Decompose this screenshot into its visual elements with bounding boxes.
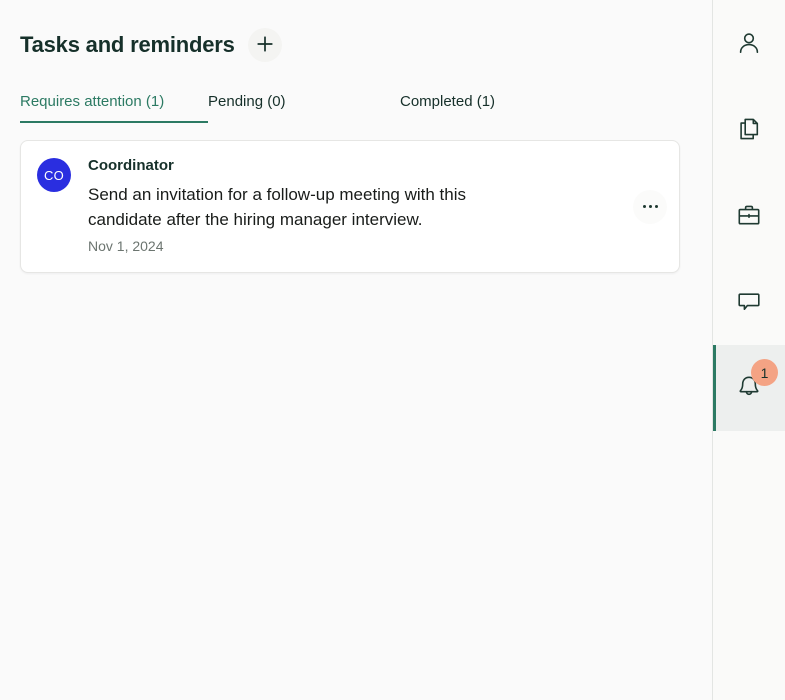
ellipsis-icon-dot-3 [654,205,658,208]
sidebar-item-notifications[interactable]: 1 [713,345,785,431]
briefcase-icon [736,202,762,231]
task-card[interactable]: CO Coordinator Send an invitation for a … [20,140,680,273]
page-title: Tasks and reminders [20,32,235,57]
tab-completed[interactable]: Completed (1) [400,92,590,123]
sidebar-item-jobs[interactable] [713,173,785,259]
sidebar-item-messages[interactable] [713,259,785,345]
task-menu-button[interactable] [633,189,667,224]
task-tabs: Requires attention (1) Pending (0) Compl… [0,85,712,123]
right-sidebar: 1 [712,0,785,700]
task-author: Coordinator [88,157,174,174]
tasks-and-reminders-page: Tasks and reminders Requires attention (… [0,0,785,700]
avatar: CO [37,158,71,192]
main-panel: Tasks and reminders Requires attention (… [0,0,712,700]
plus-icon [256,35,274,56]
ellipsis-icon-dot-1 [642,205,646,208]
task-date: Nov 1, 2024 [88,238,164,254]
tab-pending[interactable]: Pending (0) [208,92,400,123]
sidebar-item-profile[interactable] [713,1,785,87]
documents-icon [736,116,762,145]
panel-header: Tasks and reminders [0,0,712,63]
chat-bubble-icon [736,288,762,317]
add-task-button[interactable] [247,28,282,62]
task-description: Send an invitation for a follow-up meeti… [88,185,466,229]
ellipsis-icon-dot-2 [648,205,652,208]
tab-requires-attention[interactable]: Requires attention (1) [20,92,208,123]
sidebar-item-documents[interactable] [713,87,785,173]
task-content: Coordinator Send an invitation for a fol… [88,156,663,256]
task-list: CO Coordinator Send an invitation for a … [0,140,712,273]
person-icon [736,30,762,59]
notification-badge: 1 [751,359,778,386]
